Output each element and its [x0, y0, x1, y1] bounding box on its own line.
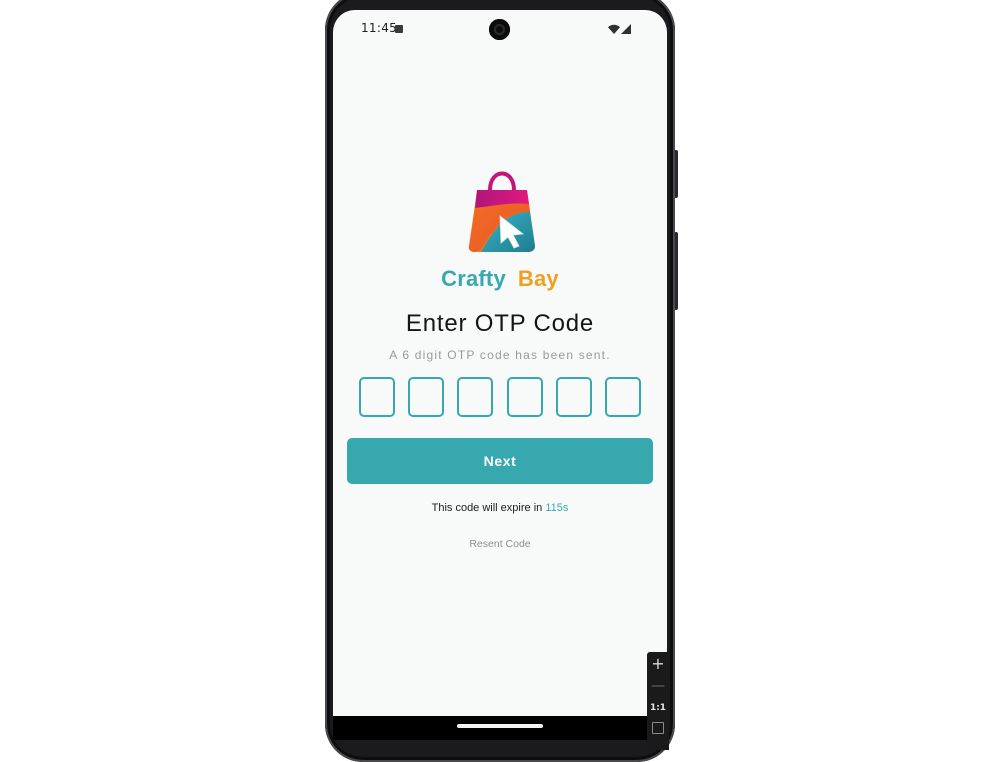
- fit-screen-icon[interactable]: [652, 722, 664, 734]
- next-button[interactable]: Next: [347, 438, 653, 484]
- page-subtitle: A 6 digit OTP code has been sent.: [389, 348, 611, 362]
- emulator-zoom-toolbar: + — 1:1: [647, 652, 669, 750]
- otp-digit-2[interactable]: [408, 377, 445, 417]
- notification-a-icon: [395, 25, 403, 33]
- wifi-icon: [608, 24, 620, 34]
- status-time: 11:45: [361, 21, 398, 35]
- otp-digit-5[interactable]: [555, 377, 592, 417]
- brand-name-part-1: Crafty: [441, 266, 506, 291]
- otp-digit-1[interactable]: [359, 377, 395, 417]
- actual-size-button[interactable]: 1:1: [647, 697, 669, 719]
- otp-digit-3[interactable]: [457, 377, 494, 417]
- expiry-prefix: This code will expire in: [431, 502, 543, 514]
- brand-name: Crafty Bay: [333, 266, 667, 292]
- expiry-countdown: 115s: [545, 502, 569, 514]
- otp-digit-6[interactable]: [604, 377, 641, 417]
- home-indicator[interactable]: [457, 724, 543, 728]
- otp-digit-4[interactable]: [506, 377, 543, 417]
- expiry-text: This code will expire in 115s: [333, 502, 667, 514]
- brand-name-part-2: Bay: [517, 266, 559, 291]
- signal-icon: [621, 24, 631, 34]
- zoom-in-icon[interactable]: +: [647, 653, 669, 675]
- front-camera: [489, 19, 510, 40]
- navigation-bar: [333, 716, 667, 740]
- phone-screen: 11:45 Crafty Bay Enter OTP Code A 6 digi…: [333, 10, 667, 740]
- resend-code-link[interactable]: Resent Code: [333, 538, 667, 550]
- otp-input-group: [359, 377, 641, 417]
- page-title: Enter OTP Code: [405, 310, 595, 337]
- shopping-bag-cursor-icon: [468, 171, 535, 252]
- zoom-out-icon[interactable]: —: [647, 675, 669, 697]
